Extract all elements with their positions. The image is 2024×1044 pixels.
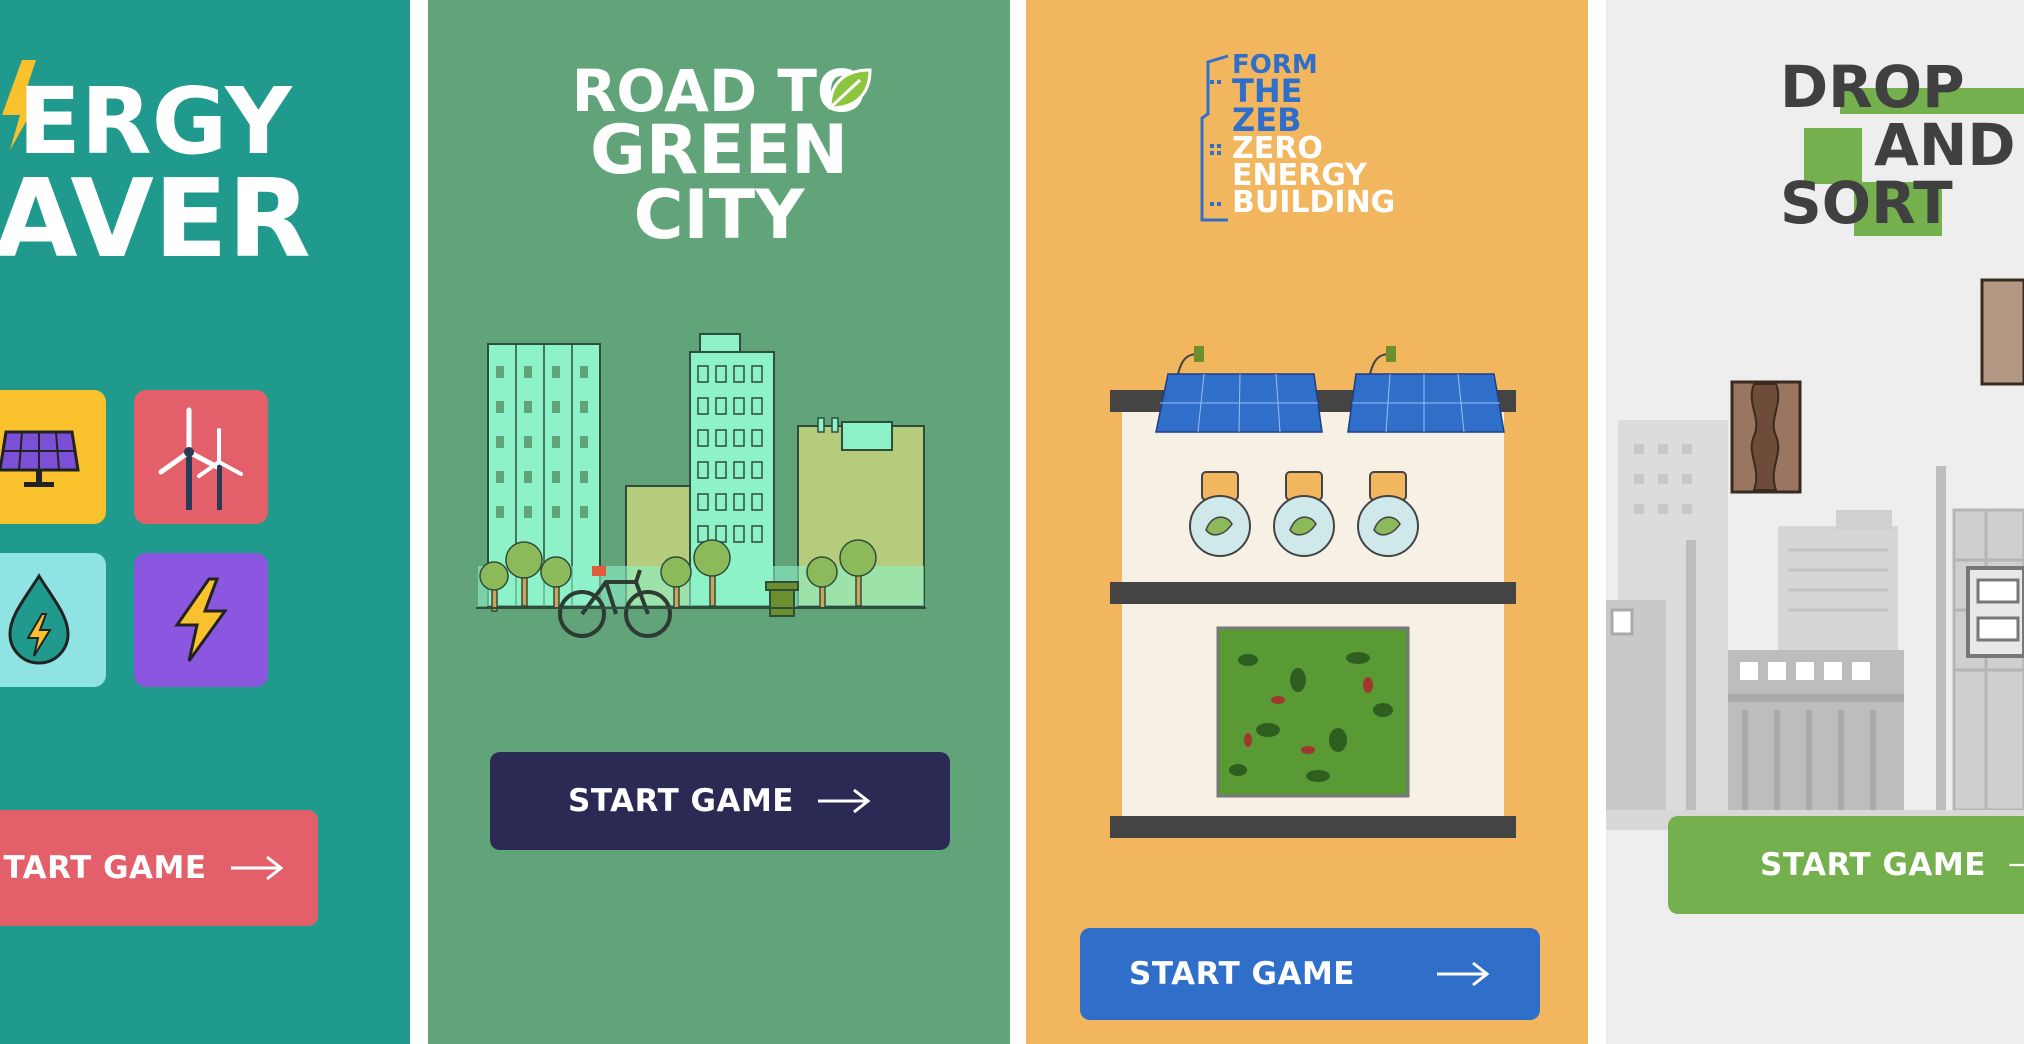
start-game-button[interactable]: START GAME: [1668, 816, 2024, 914]
solar-tile[interactable]: [0, 390, 106, 524]
form-the-zeb-screen: FORM THE ZEB ZERO ENERGY BUILDING START …: [1026, 0, 1588, 1044]
title-line-1: ERGY: [18, 68, 292, 175]
city-illustration: [476, 333, 926, 638]
water-energy-icon: [8, 573, 70, 665]
solar-panel-icon: [0, 430, 80, 487]
title-line-3: CITY: [633, 175, 805, 255]
title-line-1: DROP: [1780, 53, 1965, 121]
start-game-button[interactable]: TART GAME: [0, 810, 318, 926]
arrow-right-icon: [1436, 961, 1490, 987]
arrow-right-icon: [2009, 863, 2024, 867]
title-block: DROP AND SORT: [1780, 54, 2024, 244]
arrow-right-icon: [817, 788, 871, 814]
title-line-3: SORT: [1780, 169, 1953, 237]
title-line-2: GREEN: [590, 111, 848, 191]
city-blocks-illustration: [1606, 278, 2024, 830]
lightning-icon: [174, 577, 228, 662]
leaf-icon: [828, 68, 872, 110]
title-line-2: AND: [1874, 111, 2016, 179]
arrow-right-icon: [230, 855, 283, 881]
water-tile[interactable]: [0, 553, 106, 687]
start-game-label: TART GAME: [3, 850, 207, 886]
drop-and-sort-screen: DROP AND SORT START GAME: [1606, 0, 2024, 1044]
title-line-6: BUILDING: [1232, 184, 1396, 220]
title-line-2: AVER: [0, 157, 311, 282]
power-tile[interactable]: [134, 553, 268, 687]
start-game-label: START GAME: [1129, 956, 1355, 992]
zeb-building-illustration: [1110, 346, 1516, 838]
start-game-label: START GAME: [568, 783, 794, 819]
building-outline-icon: [1200, 54, 1229, 222]
start-game-button[interactable]: START GAME: [490, 752, 950, 850]
start-game-label: START GAME: [1760, 847, 1986, 883]
road-to-green-city-screen: ROAD TO GREEN CITY START GAME: [428, 0, 1010, 1044]
start-game-button[interactable]: START GAME: [1080, 928, 1540, 1020]
energy-saver-screen: ERGY AVER TART GAME: [0, 0, 410, 1044]
wind-turbine-icon: [158, 407, 243, 510]
wind-tile[interactable]: [134, 390, 268, 524]
